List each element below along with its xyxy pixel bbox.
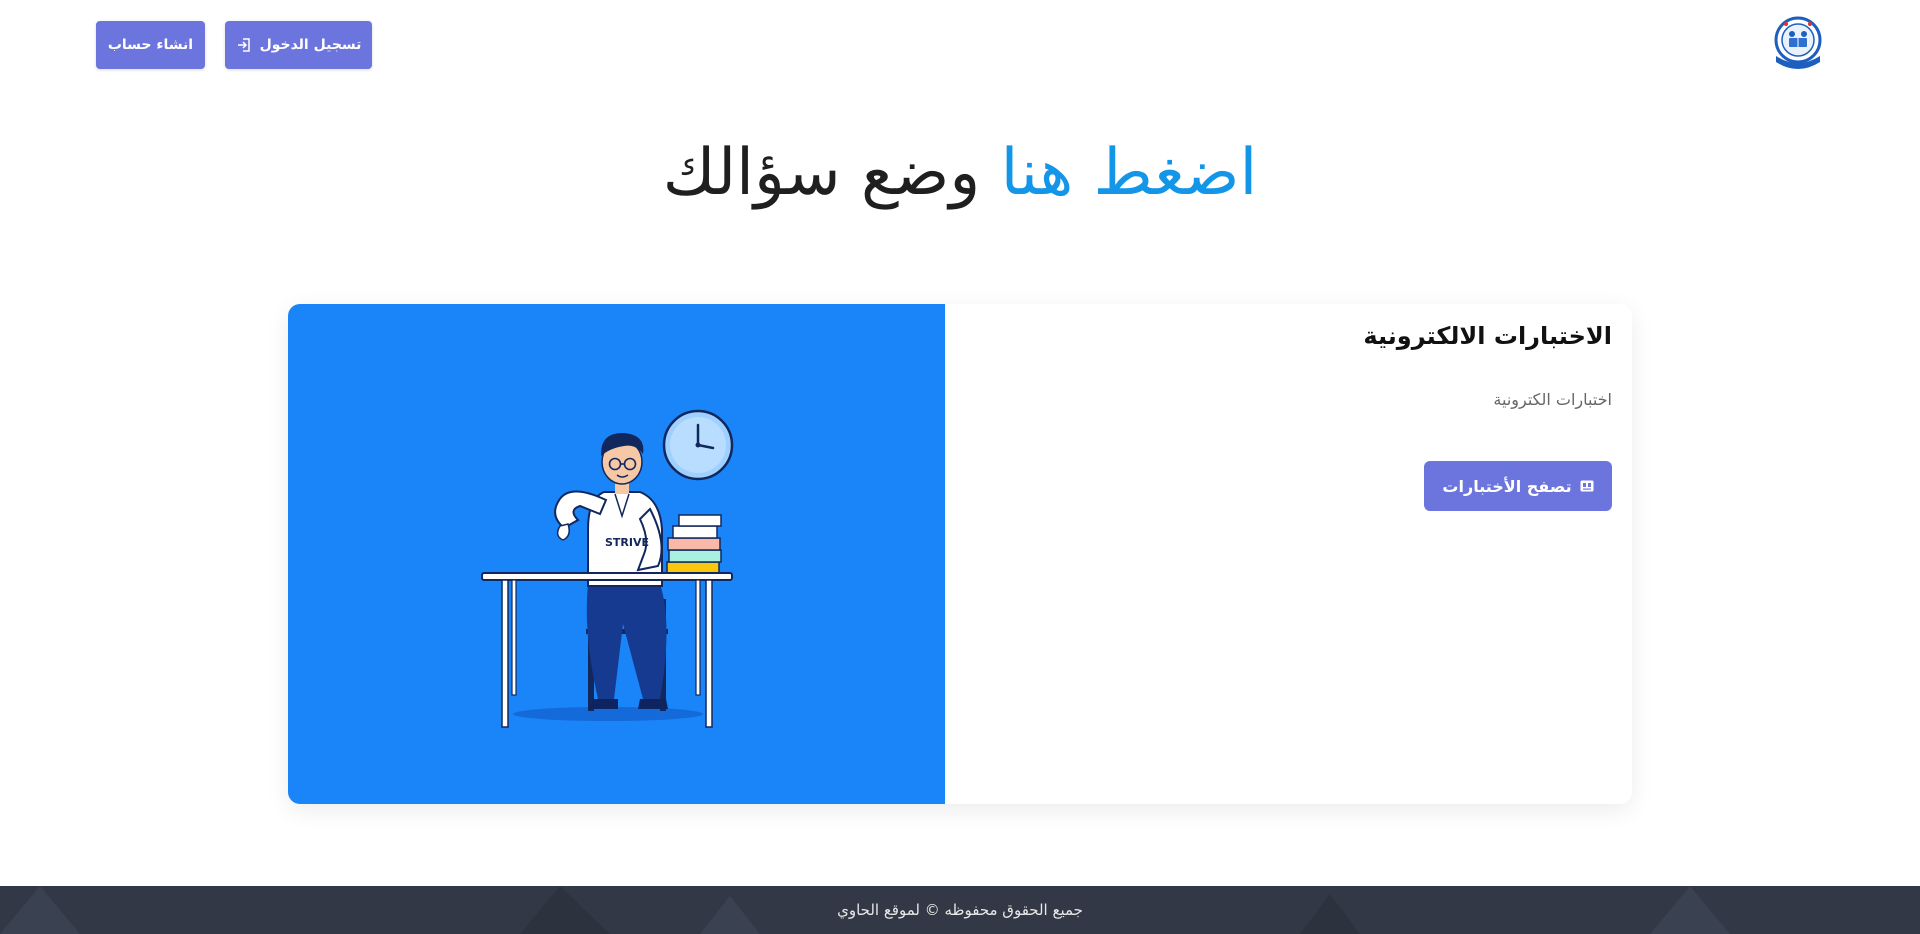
browse-exams-button[interactable]: تصفح الأختبارات <box>1424 461 1612 511</box>
books-stack-illustration <box>666 514 722 575</box>
card-title: الاختبارات الالكترونية <box>1363 322 1612 350</box>
exam-icon <box>1580 480 1594 492</box>
hero-click-here-link[interactable]: اضغط هنا <box>1001 136 1258 210</box>
footer: جميع الحقوق محفوظه © لموقع الحاوي <box>0 886 1920 934</box>
login-label: تسجيل الدخول <box>259 37 362 53</box>
sign-in-icon <box>237 38 250 52</box>
card-description: اختبارات الكترونية <box>1493 390 1612 409</box>
hero-heading: اضغط هنا وضع سؤالك <box>0 128 1920 218</box>
register-button[interactable]: انشاء حساب <box>96 21 205 69</box>
exams-card: STRIVE الاختبارات الالكترونية اختبارات ا… <box>288 304 1632 804</box>
shirt-text: STRIVE <box>605 536 649 549</box>
hero-heading-rest: وضع سؤالك <box>662 136 981 210</box>
browse-exams-label: تصفح الأختبارات <box>1442 476 1572 496</box>
wall-clock-icon <box>662 409 734 481</box>
register-label: انشاء حساب <box>107 37 194 53</box>
exams-card-body: الاختبارات الالكترونية اختبارات الكتروني… <box>945 304 1632 804</box>
top-navbar: انشاء حساب تسجيل الدخول <box>0 0 1920 90</box>
exams-illustration: STRIVE <box>288 304 945 804</box>
login-button[interactable]: تسجيل الدخول <box>225 21 372 69</box>
footer-copyright: جميع الحقوق محفوظه © لموقع الحاوي <box>837 901 1083 919</box>
school-logo-icon[interactable] <box>1770 14 1826 74</box>
